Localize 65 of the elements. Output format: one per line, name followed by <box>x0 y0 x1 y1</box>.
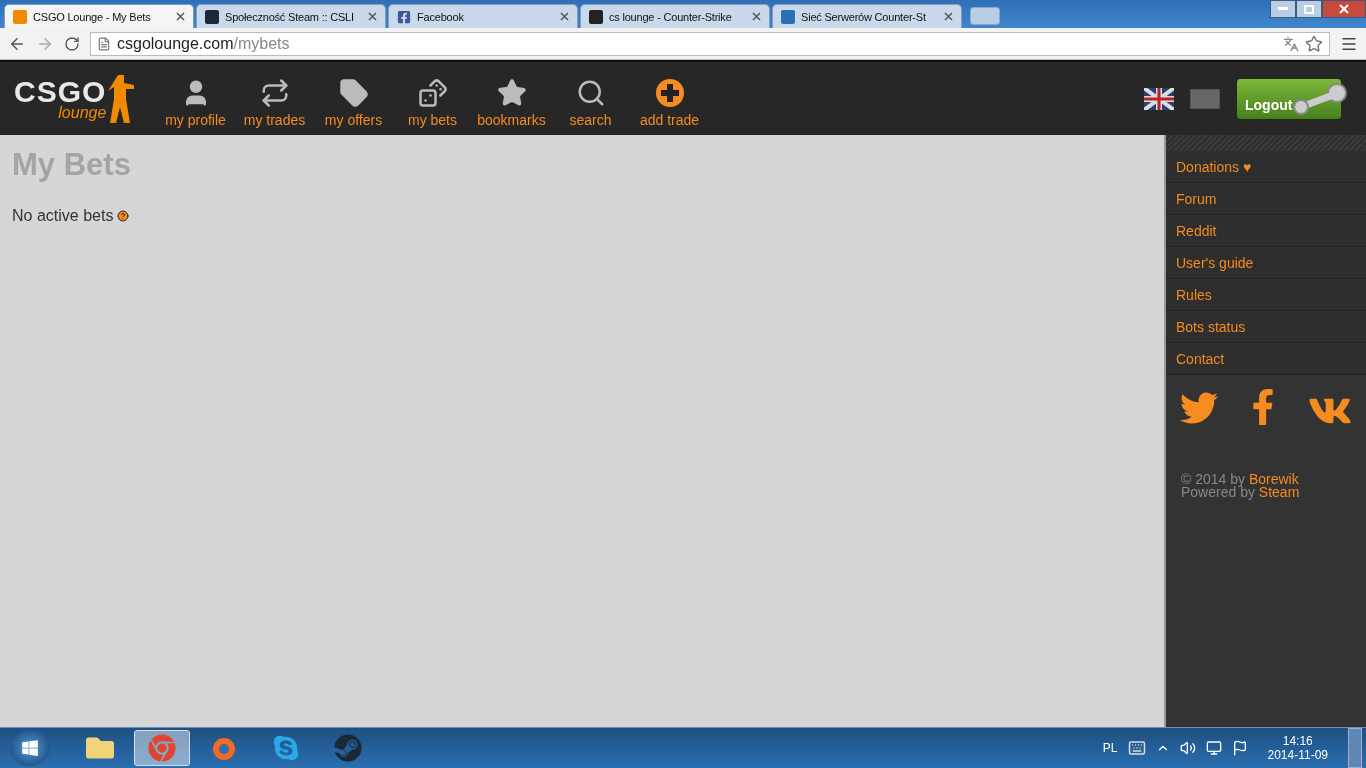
browser-tab[interactable]: Sieć Serwerów Counter-St <box>772 4 962 28</box>
maximize-icon <box>1304 4 1314 14</box>
sidebar-link[interactable]: Forum <box>1166 183 1366 215</box>
facebook-icon <box>397 9 411 24</box>
nav-link[interactable]: search <box>551 69 630 128</box>
sidebar-link[interactable]: Reddit <box>1166 215 1366 247</box>
steam-link[interactable]: Steam <box>1258 484 1300 500</box>
copyright-text: © 2014 by <box>1181 471 1246 487</box>
sidebar-link[interactable]: Contact <box>1166 343 1366 375</box>
browser-tab[interactable]: Facebook <box>388 4 578 28</box>
page-icon <box>97 36 111 51</box>
maximize-button[interactable] <box>1296 0 1322 18</box>
chrome-icon <box>148 734 176 762</box>
reload-icon[interactable] <box>64 35 80 52</box>
tag-icon <box>338 77 369 108</box>
clock[interactable]: 14:16 2014-11-09 <box>1257 734 1338 762</box>
plus-icon <box>654 77 685 108</box>
nav-link[interactable]: my trades <box>235 69 314 128</box>
network-icon[interactable] <box>1205 740 1222 756</box>
steam-icon <box>334 734 362 762</box>
arrows-icon <box>259 77 290 108</box>
favicon-icon <box>13 9 27 24</box>
bookmark-star-icon[interactable] <box>1305 34 1323 53</box>
author-link[interactable]: Borewik <box>1248 471 1299 487</box>
close-icon[interactable] <box>176 12 185 21</box>
flag-icon[interactable] <box>1190 88 1220 109</box>
nav-link[interactable]: my offers <box>314 69 393 128</box>
start-button[interactable] <box>10 730 50 766</box>
browser-tab[interactable]: cs lounge - Counter-Strike <box>580 4 770 28</box>
nav-link[interactable]: add trade <box>630 69 709 128</box>
favicon-icon <box>589 9 603 24</box>
browser-tab[interactable]: CSGO Lounge - My Bets <box>4 4 194 28</box>
translate-icon[interactable] <box>1283 35 1299 52</box>
language-indicator[interactable]: PL <box>1102 741 1118 755</box>
volume-icon[interactable] <box>1179 740 1196 756</box>
taskbar-app[interactable] <box>134 730 190 766</box>
site-logo[interactable]: CSGO lounge <box>14 72 156 125</box>
action-center-icon[interactable] <box>1231 740 1248 756</box>
favicon-icon <box>205 9 219 24</box>
dice-icon <box>417 77 448 108</box>
star-icon <box>496 77 527 108</box>
favicon-icon <box>781 9 795 24</box>
help-icon[interactable] <box>117 210 130 222</box>
close-icon[interactable] <box>944 12 953 21</box>
windows-icon <box>21 739 39 757</box>
sidebar-link[interactable]: Donations ♥ <box>1166 151 1366 183</box>
minimize-icon <box>1278 7 1288 11</box>
keyboard-icon[interactable] <box>1127 739 1146 757</box>
minimize-button[interactable] <box>1270 0 1296 18</box>
nav-link[interactable]: bookmarks <box>472 69 551 128</box>
close-button[interactable] <box>1322 0 1366 18</box>
address-field[interactable]: csgolounge.com/mybets <box>90 31 1330 56</box>
status-message: No active bets <box>12 207 114 225</box>
skype-icon <box>272 734 300 762</box>
close-icon <box>1339 4 1349 14</box>
nav-link[interactable]: my profile <box>156 69 235 128</box>
close-icon[interactable] <box>368 12 377 21</box>
browser-tab[interactable]: Społeczność Steam :: CSLI <box>196 4 386 28</box>
sidebar-link[interactable]: Bots status <box>1166 311 1366 343</box>
close-icon[interactable] <box>560 12 569 21</box>
uk-flag-icon[interactable] <box>1144 87 1174 110</box>
sidebar-link[interactable]: User's guide <box>1166 247 1366 279</box>
nav-link[interactable]: my bets <box>393 69 472 128</box>
close-icon[interactable] <box>752 12 761 21</box>
sidebar-link[interactable]: Rules <box>1166 279 1366 311</box>
